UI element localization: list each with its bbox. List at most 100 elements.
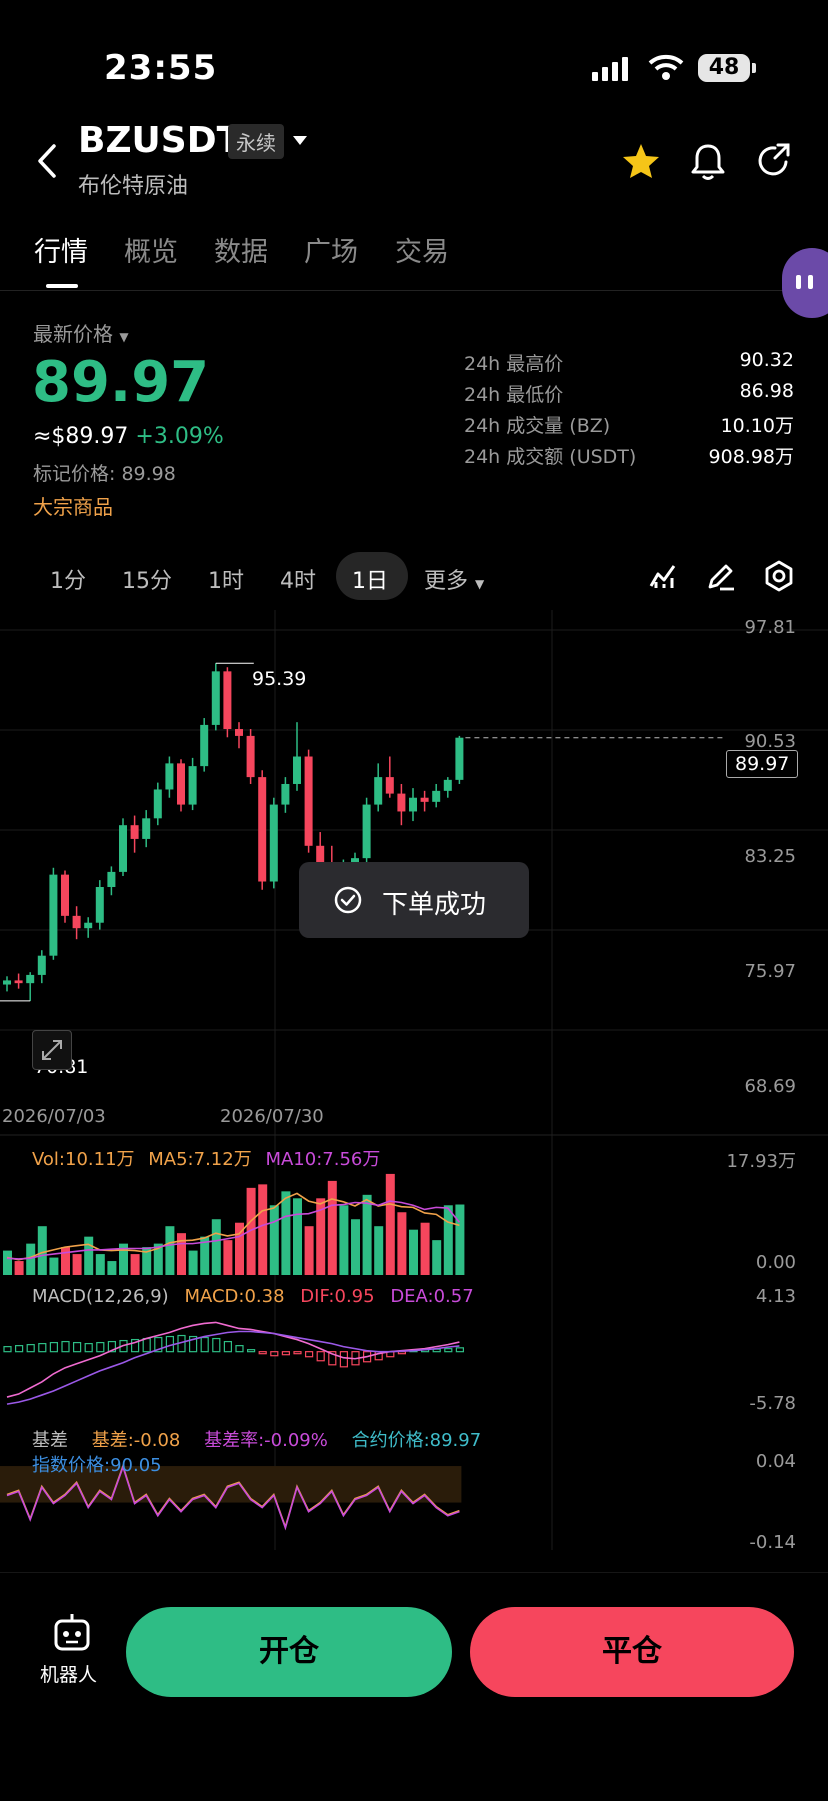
signal-icon — [592, 57, 628, 81]
candle-body — [235, 729, 243, 736]
caret-down-icon: ▼ — [475, 577, 485, 591]
kline-chart[interactable] — [0, 610, 828, 1560]
tab-market[interactable]: 行情 — [34, 230, 88, 269]
volume-bar — [409, 1229, 418, 1275]
fullscreen-button[interactable] — [32, 1030, 72, 1070]
tab-square[interactable]: 广场 — [304, 230, 358, 269]
volume-bar — [397, 1212, 407, 1275]
back-icon[interactable] — [34, 142, 58, 180]
basis-max-label: 0.04 — [755, 1451, 796, 1472]
volume-bar — [223, 1240, 233, 1275]
stat-value-high: 90.32 — [739, 349, 794, 371]
price-type-label: 最新价格 — [33, 322, 113, 346]
status-time: 23:55 — [104, 48, 218, 88]
stat-value-low: 86.98 — [739, 380, 794, 402]
bell-icon[interactable] — [690, 142, 726, 182]
interval-1m[interactable]: 1分 — [50, 563, 86, 595]
candle-body — [119, 825, 127, 872]
macd-dif: DIF:0.95 — [300, 1286, 375, 1307]
macd-hist-bar — [3, 1346, 12, 1353]
interval-15m[interactable]: 15分 — [122, 563, 172, 595]
candle-body — [188, 766, 197, 805]
candle-body — [84, 922, 93, 929]
tab-indicator — [46, 284, 78, 288]
volume-bar — [362, 1194, 372, 1275]
tabs-divider — [0, 290, 828, 291]
macd-hist-bar — [316, 1351, 325, 1362]
macd-hist-bar — [281, 1351, 290, 1356]
volume-bar — [165, 1226, 175, 1275]
high-price-label: 95.39 — [252, 668, 307, 690]
candle-body — [362, 804, 371, 859]
volume-bar — [130, 1254, 140, 1275]
volume-bar — [188, 1250, 198, 1275]
current-price-tag: 89.97 — [726, 750, 799, 778]
candle-body — [269, 804, 278, 882]
vol-value: Vol:10.11万 — [32, 1149, 135, 1170]
x-axis-label: 2026/07/03 — [2, 1106, 106, 1127]
tab-data[interactable]: 数据 — [214, 230, 268, 269]
star-icon[interactable] — [621, 142, 661, 180]
macd-hist-bar — [38, 1343, 47, 1353]
candle-body — [455, 737, 464, 780]
mark-price: 标记价格: 89.98 — [33, 463, 176, 485]
macd-title: MACD(12,26,9) — [32, 1286, 169, 1307]
interval-1h[interactable]: 1时 — [208, 563, 244, 595]
volume-bar — [26, 1243, 36, 1275]
volume-bar — [258, 1184, 268, 1275]
robot-label[interactable]: 机器人 — [40, 1660, 97, 1687]
volume-bar — [443, 1205, 453, 1275]
open-position-button[interactable]: 开仓 — [126, 1607, 452, 1697]
close-position-button[interactable]: 平仓 — [470, 1607, 794, 1697]
macd-hist-bar — [49, 1341, 59, 1353]
interval-1d[interactable]: 1日 — [352, 563, 388, 595]
volume-bar — [177, 1233, 186, 1275]
floating-assistant-button[interactable] — [782, 248, 828, 318]
settings-icon[interactable] — [764, 560, 794, 592]
symbol-name: 布伦特原油 — [78, 174, 189, 199]
y-tick-label: 90.53 — [744, 731, 796, 752]
interval-more-label: 更多 — [424, 569, 469, 594]
robot-button[interactable] — [48, 1612, 96, 1658]
candle-body — [14, 980, 23, 984]
wifi-icon — [648, 54, 684, 80]
y-tick-label: 97.81 — [744, 617, 796, 638]
candle-body — [223, 671, 232, 730]
volume-bar — [211, 1219, 221, 1275]
volume-bar — [327, 1180, 337, 1275]
macd-max-label: 4.13 — [755, 1286, 796, 1307]
volume-bar — [293, 1198, 302, 1275]
volume-bar — [3, 1250, 12, 1275]
volume-bar — [14, 1261, 24, 1275]
stat-label-low: 24h 最低价 — [464, 384, 564, 406]
volume-bar — [49, 1257, 59, 1275]
caret-down-icon: ▼ — [119, 330, 129, 344]
category-tag[interactable]: 大宗商品 — [33, 491, 113, 520]
toast-message: 下单成功 — [382, 890, 487, 920]
price-type-selector[interactable]: 最新价格 ▼ — [33, 318, 129, 347]
draw-icon[interactable] — [706, 561, 736, 591]
candle-body — [409, 797, 417, 812]
indicator-icon[interactable] — [648, 562, 678, 590]
macd-dea: DEA:0.57 — [390, 1286, 474, 1307]
stat-value-volume: 10.10万 — [720, 415, 794, 437]
symbol-title[interactable]: BZUSDT — [78, 120, 241, 161]
basis-title: 基差 — [32, 1430, 68, 1451]
macd-hist-bar — [142, 1337, 151, 1353]
share-icon[interactable] — [756, 142, 794, 180]
y-tick-label: 83.25 — [744, 846, 796, 867]
candle-body — [420, 797, 429, 802]
tab-trade[interactable]: 交易 — [395, 230, 449, 269]
tab-overview[interactable]: 概览 — [124, 230, 178, 269]
volume-bar — [385, 1173, 395, 1275]
robot-icon — [54, 1614, 90, 1651]
macd-hist-bar — [235, 1345, 244, 1353]
caret-down-icon[interactable] — [292, 135, 308, 147]
macd-hist-bar — [270, 1351, 279, 1357]
interval-more[interactable]: 更多 ▼ — [424, 563, 484, 595]
interval-4h[interactable]: 4时 — [280, 563, 316, 595]
y-tick-label: 68.69 — [744, 1076, 796, 1097]
candle-body — [281, 783, 290, 805]
volume-bar — [374, 1226, 384, 1275]
candle-body — [37, 955, 46, 975]
